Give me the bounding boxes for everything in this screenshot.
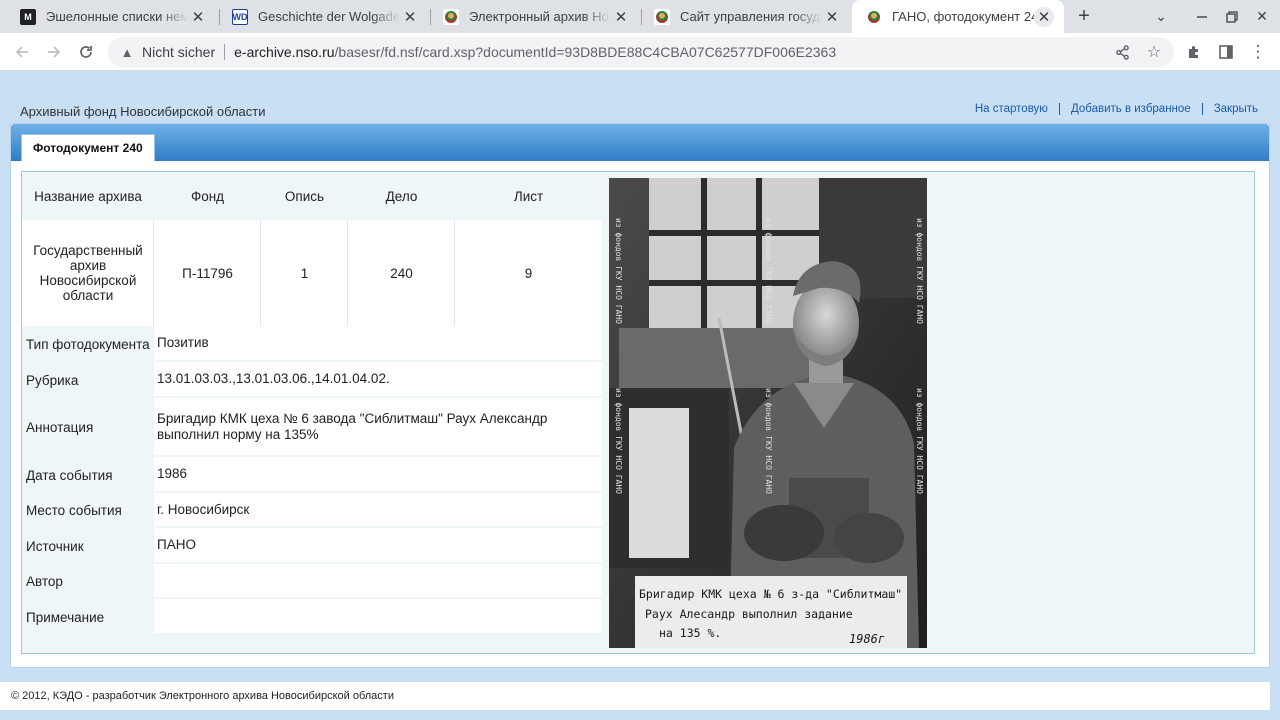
photo-caption-year: 1986г: [849, 632, 885, 646]
field-row: Рубрика 13.01.03.03.,13.01.03.06.,14.01.…: [22, 362, 602, 398]
photo-side-stamp: из фондов ГКУ НСО ГАНО: [764, 218, 773, 324]
document-panel: Фотодокумент 240 Название архива Фонд Оп…: [10, 123, 1270, 668]
field-value: Позитив: [154, 326, 602, 362]
browser-tab-title: Сайт управления государ: [680, 9, 822, 24]
window-close-icon[interactable]: ✕: [1245, 0, 1279, 33]
header-opis: Опись: [261, 172, 348, 220]
extensions-icon[interactable]: [1180, 38, 1208, 66]
field-label: Место события: [22, 493, 154, 528]
field-row: Аннотация Бригадир КМК цеха № 6 завода "…: [22, 398, 602, 457]
security-label[interactable]: Nicht sicher: [142, 44, 215, 60]
gano-icon: [866, 8, 882, 25]
new-tab-icon[interactable]: +: [1072, 4, 1096, 28]
header-fond: Фонд: [154, 172, 261, 220]
close-icon[interactable]: ✕: [400, 7, 420, 27]
side-panel-icon[interactable]: [1212, 38, 1240, 66]
close-icon[interactable]: ✕: [188, 7, 208, 27]
minimize-icon[interactable]: [1185, 0, 1219, 33]
field-row: Тип фотодокумента Позитив: [22, 326, 602, 362]
browser-tab-title: Электронный архив Ново: [469, 9, 611, 24]
photo-side-stamp: из фондов ГКУ НСО ГАНО: [614, 388, 623, 494]
top-links: На стартовую Добавить в избранное Закрыт…: [975, 103, 1258, 115]
tab-photodocument[interactable]: Фотодокумент 240: [21, 134, 155, 161]
photo-side-stamp: из фондов ГКУ НСО ГАНО: [915, 218, 924, 324]
wd-icon: WD: [232, 8, 248, 25]
field-value: Бригадир КМК цеха № 6 завода "Сиблитмаш"…: [154, 398, 602, 457]
address-bar[interactable]: ▲ Nicht sicher e-archive.nso.ru/basesr/f…: [108, 37, 1174, 67]
close-link[interactable]: Закрыть: [1214, 103, 1258, 115]
field-row: Примечание: [22, 599, 602, 635]
close-icon[interactable]: ✕: [822, 7, 842, 27]
field-value: [154, 564, 602, 599]
field-row: Источник ПАНО: [22, 528, 602, 564]
gano-icon: [654, 8, 670, 25]
photo-side-stamp: из фондов ГКУ НСО ГАНО: [614, 218, 623, 324]
field-label: Источник: [22, 528, 154, 564]
document-card: Название архива Фонд Опись Дело Лист Гос…: [21, 171, 1255, 654]
back-icon[interactable]: [8, 38, 36, 66]
page-footer: © 2012, КЭДО - разработчик Электронного …: [0, 682, 1270, 710]
panel-header: Фотодокумент 240: [11, 124, 1269, 161]
site-title: Архивный фонд Новосибирской области: [20, 104, 266, 119]
url-host[interactable]: e-archive.nso.ru: [234, 44, 334, 60]
gano-icon: [443, 8, 459, 25]
photo-caption-line: Раух Алесандр выполнил задание: [645, 607, 853, 621]
browser-tab[interactable]: Сайт управления государ ✕: [640, 0, 852, 33]
field-value: ПАНО: [154, 528, 602, 564]
field-value: [154, 599, 602, 635]
home-link[interactable]: На стартовую: [975, 103, 1048, 115]
header-archive-name: Название архива: [22, 172, 154, 220]
photo-side-stamp: из фондов ГКУ НСО ГАНО: [764, 388, 773, 494]
close-icon[interactable]: ✕: [1034, 6, 1054, 27]
archive-name-value: Государственный архив Новосибирской обла…: [22, 220, 154, 326]
page-content: Архивный фонд Новосибирской области На с…: [0, 72, 1280, 720]
share-icon[interactable]: [1114, 44, 1130, 60]
field-label: Аннотация: [22, 398, 154, 457]
delo-value: 240: [348, 220, 455, 326]
add-favorite-link[interactable]: Добавить в избранное: [1071, 103, 1191, 115]
tab-search-icon[interactable]: ⌄: [1144, 0, 1178, 33]
browser-tab-title: ГАНО, фотодокумент 240: [892, 9, 1034, 24]
field-value: г. Новосибирск: [154, 493, 602, 528]
field-row: Дата события 1986: [22, 457, 602, 493]
warning-icon[interactable]: ▲: [120, 45, 134, 60]
field-label: Тип фотодокумента: [22, 326, 154, 362]
list-value: 9: [455, 220, 602, 326]
field-label: Рубрика: [22, 362, 154, 398]
browser-tab-title: Эшелонные списки немце: [46, 9, 188, 24]
field-value: 1986: [154, 457, 602, 493]
fond-value: П-11796: [154, 220, 261, 326]
photo-caption-line: Бригадир КМК цеха № 6 з-да "Сиблитмаш": [639, 587, 902, 601]
browser-tab[interactable]: WD Geschichte der Wolgadeuts ✕: [218, 0, 430, 33]
header-list: Лист: [455, 172, 602, 220]
close-icon[interactable]: ✕: [611, 7, 631, 27]
field-row: Место события г. Новосибирск: [22, 493, 602, 528]
menu-kebab-icon[interactable]: ⋮: [1244, 38, 1272, 66]
field-label: Автор: [22, 564, 154, 599]
browser-toolbar: ▲ Nicht sicher e-archive.nso.ru/basesr/f…: [0, 33, 1280, 71]
field-row: Автор: [22, 564, 602, 599]
browser-tab-title: Geschichte der Wolgadeuts: [258, 9, 400, 24]
url-path[interactable]: /basesr/fd.nsf/card.xsp?documentId=93D8B…: [335, 44, 837, 60]
forward-icon[interactable]: [40, 38, 68, 66]
photo-side-stamp: из фондов ГКУ НСО ГАНО: [915, 388, 924, 494]
browser-tab[interactable]: M Эшелонные списки немце ✕: [6, 0, 218, 33]
field-value: 13.01.03.03.,13.01.03.06.,14.01.04.02.: [154, 362, 602, 398]
opis-value: 1: [261, 220, 348, 326]
photo-caption-line: на 135 %.: [659, 626, 721, 640]
field-label: Примечание: [22, 599, 154, 635]
reload-icon[interactable]: [72, 38, 100, 66]
restore-icon[interactable]: [1215, 0, 1249, 33]
browser-tab[interactable]: Электронный архив Ново ✕: [429, 0, 641, 33]
browser-tab-strip: M Эшелонные списки немце ✕ WD Geschichte…: [0, 0, 1280, 33]
archive-photo[interactable]: из фондов ГКУ НСО ГАНО из фондов ГКУ НСО…: [609, 178, 927, 648]
header-delo: Дело: [348, 172, 455, 220]
field-label: Дата события: [22, 457, 154, 493]
m-icon: M: [20, 8, 36, 25]
browser-tab-active[interactable]: ГАНО, фотодокумент 240 ✕: [852, 0, 1064, 33]
bookmark-star-icon[interactable]: ☆: [1146, 44, 1162, 61]
